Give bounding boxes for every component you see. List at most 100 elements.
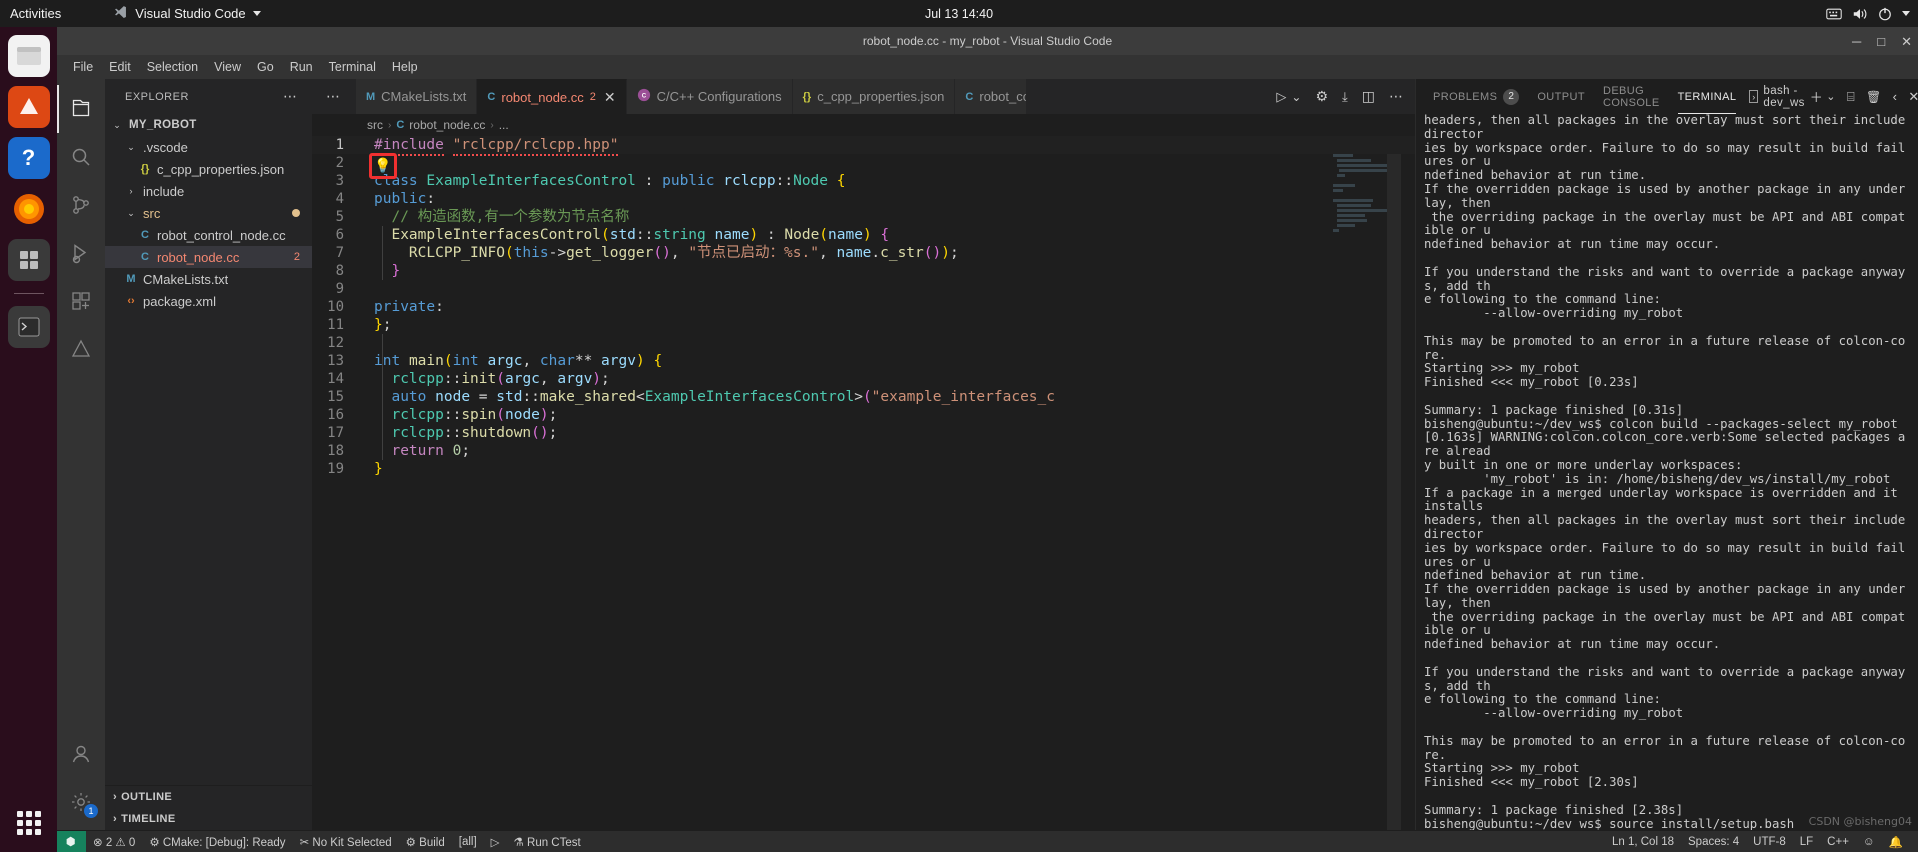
chevron-right-icon[interactable]: › bbox=[123, 186, 139, 196]
chevron-down-icon[interactable]: ⌄ bbox=[123, 208, 139, 219]
tray-chevron-down-icon[interactable] bbox=[1902, 11, 1910, 16]
menu-view[interactable]: View bbox=[206, 58, 249, 76]
status-encoding[interactable]: UTF-8 bbox=[1746, 831, 1793, 852]
tab-robot-node[interactable]: C robot_node.cc 2 ✕ bbox=[477, 79, 627, 114]
chevron-down-icon[interactable]: ⌄ bbox=[123, 142, 139, 153]
status-notifications-icon[interactable]: 🔔 bbox=[1882, 831, 1910, 852]
status-cmake-ctest[interactable]: ⚗ Run CTest bbox=[507, 831, 588, 852]
split-editor-icon[interactable]: ◫ bbox=[1362, 88, 1375, 105]
section-outline[interactable]: › OUTLINE bbox=[105, 786, 312, 808]
tree-item-include[interactable]: › include bbox=[105, 180, 312, 202]
tab-robot-control-node[interactable]: C robot_co bbox=[955, 79, 1028, 114]
tree-item-c-cpp-properties[interactable]: {} c_cpp_properties.json bbox=[105, 158, 312, 180]
keyboard-icon[interactable] bbox=[1826, 8, 1842, 20]
terminal-selector[interactable]: › bash - dev_ws bbox=[1749, 85, 1809, 109]
kill-terminal-icon[interactable]: 🗑 bbox=[1866, 90, 1882, 104]
quick-fix-lightbulb-highlight[interactable]: 💡 bbox=[369, 153, 397, 179]
activities-button[interactable]: Activities bbox=[10, 6, 61, 21]
maximize-panel-icon[interactable]: ‹ bbox=[1893, 89, 1898, 104]
menu-selection[interactable]: Selection bbox=[139, 58, 206, 76]
tab-c-cpp-properties[interactable]: {} c_cpp_properties.json bbox=[792, 79, 956, 114]
power-icon[interactable] bbox=[1878, 7, 1892, 21]
gear-icon[interactable]: ⚙ bbox=[1315, 88, 1328, 105]
menu-help[interactable]: Help bbox=[384, 58, 426, 76]
close-icon[interactable]: ✕ bbox=[604, 89, 616, 106]
status-cmake-build[interactable]: ⚙ Build bbox=[399, 831, 452, 852]
status-cmake-target[interactable]: [all] bbox=[452, 831, 484, 852]
status-indentation[interactable]: Spaces: 4 bbox=[1681, 831, 1746, 852]
system-tray[interactable] bbox=[1826, 7, 1910, 21]
status-cmake-debug[interactable]: ▷ bbox=[484, 831, 507, 852]
dock-item-files[interactable] bbox=[7, 35, 50, 77]
menu-terminal[interactable]: Terminal bbox=[321, 58, 384, 76]
status-feedback-icon[interactable]: ☺ bbox=[1856, 831, 1882, 852]
tab-error-count: 2 bbox=[589, 91, 596, 103]
chevron-down-icon[interactable]: ⌄ bbox=[109, 120, 125, 131]
menu-edit[interactable]: Edit bbox=[101, 58, 139, 76]
breadcrumb-item-src[interactable]: src bbox=[367, 118, 383, 132]
accounts-button[interactable] bbox=[57, 730, 105, 778]
sidebar-item-explorer[interactable] bbox=[57, 85, 105, 133]
section-timeline[interactable]: › TIMELINE bbox=[105, 808, 312, 830]
code-content[interactable]: 1 #include "rclcpp/rclcpp.hpp" 2 💡 3 cla… bbox=[312, 136, 1415, 478]
status-problems[interactable]: ⊗ 2 ⚠ 0 bbox=[86, 831, 142, 852]
status-eol[interactable]: LF bbox=[1793, 831, 1820, 852]
minimize-button[interactable]: ─ bbox=[1852, 35, 1861, 48]
sidebar-item-extensions[interactable] bbox=[57, 277, 105, 325]
clock[interactable]: Jul 13 14:40 bbox=[0, 7, 1918, 21]
status-right: Ln 1, Col 18 Spaces: 4 UTF-8 LF C++ ☺ 🔔 bbox=[1605, 831, 1918, 852]
build-target-icon[interactable]: ⤓ bbox=[1342, 89, 1348, 105]
dock-item-ubuntu-software[interactable] bbox=[7, 86, 50, 128]
new-terminal-icon[interactable]: ＋ bbox=[1810, 87, 1823, 106]
status-language-mode[interactable]: C++ bbox=[1820, 831, 1856, 852]
maximize-button[interactable]: □ bbox=[1877, 35, 1885, 48]
tree-item-src[interactable]: ⌄ src bbox=[105, 202, 312, 224]
tab-problems[interactable]: PROBLEMS 2 bbox=[1424, 79, 1528, 114]
status-cmake-kit[interactable]: ✂ No Kit Selected bbox=[293, 831, 399, 852]
split-terminal-icon[interactable]: ⌸ bbox=[1847, 89, 1855, 105]
dock-item-help[interactable]: ? bbox=[7, 137, 50, 179]
lightbulb-icon[interactable]: 💡 bbox=[374, 159, 391, 173]
close-button[interactable]: ✕ bbox=[1901, 35, 1912, 48]
show-applications-button[interactable] bbox=[8, 802, 50, 844]
sidebar-item-cmake[interactable] bbox=[57, 325, 105, 373]
manage-settings-button[interactable]: 1 bbox=[57, 778, 105, 826]
code-editor[interactable]: 1 #include "rclcpp/rclcpp.hpp" 2 💡 3 cla… bbox=[312, 136, 1415, 830]
more-actions-icon[interactable]: ⋯ bbox=[1389, 88, 1403, 105]
breadcrumb-item-file[interactable]: robot_node.cc bbox=[409, 118, 485, 132]
menu-file[interactable]: File bbox=[65, 58, 101, 76]
dock-item-firefox[interactable] bbox=[8, 188, 50, 230]
tab-terminal[interactable]: TERMINAL bbox=[1669, 79, 1746, 114]
explorer-more-icon[interactable]: ⋯ bbox=[283, 88, 298, 105]
menu-run[interactable]: Run bbox=[282, 58, 321, 76]
sidebar-item-source-control[interactable] bbox=[57, 181, 105, 229]
chevron-down-icon[interactable]: ⌄ bbox=[1826, 90, 1836, 103]
tabs-overflow-icon[interactable]: ⋯ bbox=[312, 79, 356, 114]
tab-output[interactable]: OUTPUT bbox=[1528, 79, 1594, 114]
sidebar-item-search[interactable] bbox=[57, 133, 105, 181]
tree-item-robot-control-node[interactable]: C robot_control_node.cc bbox=[105, 224, 312, 246]
status-cursor-position[interactable]: Ln 1, Col 18 bbox=[1605, 831, 1681, 852]
tree-item-package-xml[interactable]: ‹› package.xml bbox=[105, 290, 312, 312]
menu-go[interactable]: Go bbox=[249, 58, 282, 76]
run-or-debug-icon[interactable]: ▷ bbox=[1276, 89, 1286, 105]
tab-cpp-configurations[interactable]: C C/C++ Configurations bbox=[626, 79, 793, 114]
active-app-menu[interactable]: Visual Studio Code bbox=[113, 5, 261, 23]
volume-icon[interactable] bbox=[1852, 7, 1868, 21]
tree-item-my-robot[interactable]: ⌄ MY_ROBOT bbox=[105, 114, 312, 136]
status-cmake[interactable]: ⚙ CMake: [Debug]: Ready bbox=[142, 831, 292, 852]
chevron-down-icon[interactable]: ⌄ bbox=[1291, 90, 1301, 104]
sidebar-item-run-and-debug[interactable] bbox=[57, 229, 105, 277]
remote-indicator[interactable] bbox=[57, 830, 86, 852]
dock-item-extensions[interactable] bbox=[7, 239, 50, 281]
tree-item-robot-node[interactable]: C robot_node.cc 2 bbox=[105, 246, 312, 268]
breadcrumb-item-symbols[interactable]: ... bbox=[499, 118, 509, 132]
dock-item-terminal[interactable] bbox=[7, 306, 50, 348]
tab-cmakelists[interactable]: M CMakeLists.txt bbox=[356, 79, 478, 114]
close-panel-icon[interactable]: ✕ bbox=[1908, 89, 1918, 105]
tab-debug-console[interactable]: DEBUG CONSOLE bbox=[1594, 79, 1669, 114]
tree-label: src bbox=[143, 205, 161, 221]
tree-item-cmakelists[interactable]: M CMakeLists.txt bbox=[105, 268, 312, 290]
tree-item-vscode[interactable]: ⌄ .vscode bbox=[105, 136, 312, 158]
terminal-output[interactable]: headers, then all packages in the overla… bbox=[1416, 114, 1918, 830]
